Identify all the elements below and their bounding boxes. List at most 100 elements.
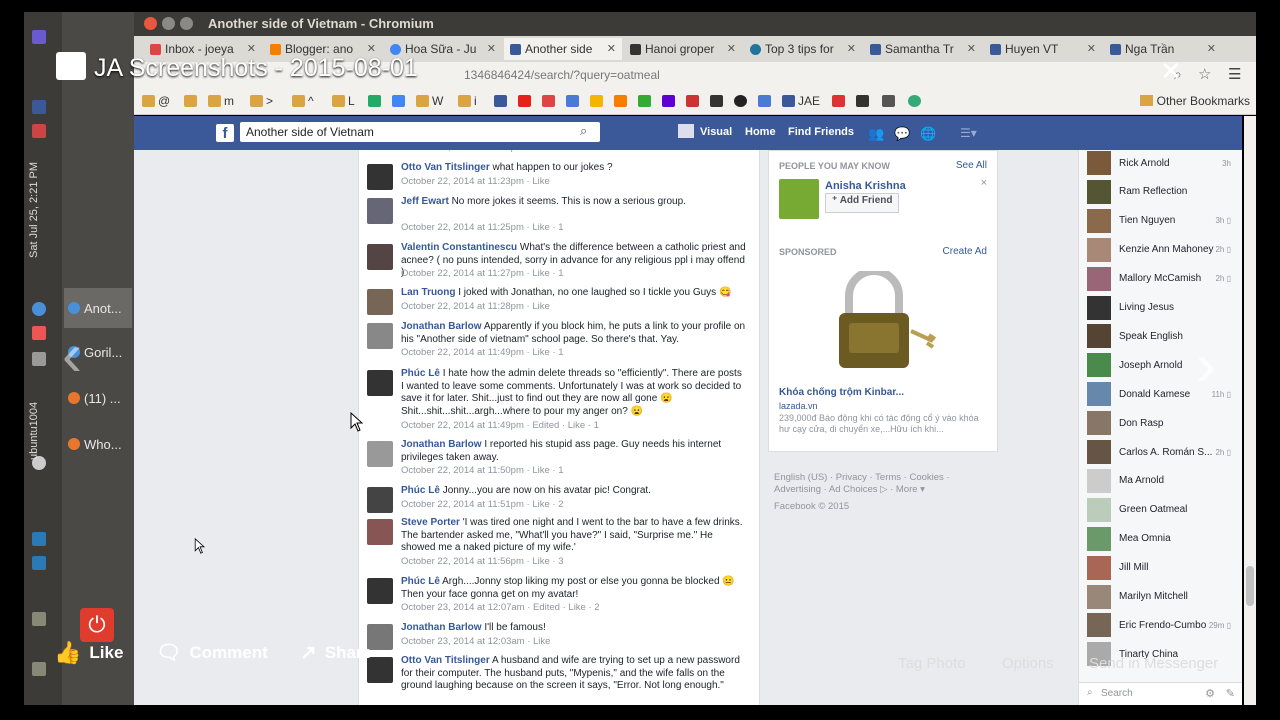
folder-icon[interactable] xyxy=(332,95,345,107)
chat-contact[interactable]: Ram Reflection xyxy=(1087,179,1239,204)
browser-tab[interactable]: Huyen VT ✕ xyxy=(984,38,1102,60)
chromium-icon[interactable] xyxy=(32,302,46,316)
footer-links-2[interactable]: Advertising · Ad Choices ▷ · More ▾ xyxy=(774,484,925,495)
comment-button[interactable]: 🗨 Comment xyxy=(156,640,268,665)
commenter-name[interactable]: Jonathan Barlow xyxy=(401,439,482,450)
bookmark-label[interactable]: JAE xyxy=(798,94,820,108)
app-icon[interactable] xyxy=(32,612,46,626)
dismiss-icon[interactable]: × xyxy=(981,177,987,189)
comment-meta[interactable]: October 22, 2014 at 11:23pm · Like xyxy=(401,176,550,187)
friend-requests-icon[interactable]: 👥 xyxy=(868,126,884,142)
nav-find-friends[interactable]: Find Friends xyxy=(788,126,854,138)
other-bookmarks[interactable]: Other Bookmarks xyxy=(1139,94,1250,108)
comment-meta[interactable]: October 22, 2014 at 11:25pm · Like · 1 xyxy=(401,222,563,233)
folder-icon[interactable] xyxy=(142,95,155,107)
comment-meta[interactable]: October 22, 2014 at 11:49pm · Edited · L… xyxy=(401,420,599,431)
comment-meta[interactable]: October 22, 2014 at 11:17pm · Like · 2 xyxy=(401,150,563,153)
fb-search-input[interactable]: Another side of Vietnam xyxy=(240,122,600,142)
blogger-icon[interactable] xyxy=(614,95,627,107)
commenter-name[interactable]: Valentin Constantinescu xyxy=(401,242,517,253)
add-friend-button[interactable]: ⁺ Add Friend xyxy=(825,193,900,213)
skype-icon[interactable] xyxy=(32,556,46,570)
commenter-name[interactable]: Steve Porter xyxy=(401,517,460,528)
bookmark-label[interactable]: @ xyxy=(158,94,170,108)
commenter-avatar[interactable] xyxy=(367,487,393,513)
chat-contact[interactable]: Joseph Arnold xyxy=(1087,353,1239,378)
bookmark-icon[interactable] xyxy=(758,95,771,107)
folder-icon[interactable] xyxy=(184,95,197,107)
chat-contact[interactable]: Living Jesus xyxy=(1087,295,1239,320)
commenter-avatar[interactable] xyxy=(367,244,393,270)
bookmark-icon[interactable] xyxy=(638,95,651,107)
commenter-avatar[interactable] xyxy=(367,323,393,349)
minimize-window-button[interactable] xyxy=(162,17,175,30)
options-link[interactable]: Options xyxy=(1002,655,1054,672)
volume-icon[interactable] xyxy=(32,352,46,366)
gmail-icon[interactable] xyxy=(542,95,555,107)
url-input[interactable]: 1346846424/search/?query=oatmeal xyxy=(464,68,660,82)
chat-contact[interactable]: Green Oatmeal xyxy=(1087,497,1239,522)
bookmark-icon[interactable] xyxy=(856,95,869,107)
folder-icon[interactable] xyxy=(416,95,429,107)
comment-meta[interactable]: October 22, 2014 at 11:49pm · Like · 1 xyxy=(401,347,563,358)
youtube-icon[interactable] xyxy=(518,95,531,107)
chat-contact[interactable]: Don Rasp xyxy=(1087,411,1239,436)
bookmark-icon[interactable] xyxy=(368,95,381,107)
previous-photo-icon[interactable]: ‹ xyxy=(62,320,82,389)
bookmark-label[interactable]: W xyxy=(432,94,443,108)
comment-meta[interactable]: October 22, 2014 at 11:28pm · Like xyxy=(401,301,550,312)
chat-search-input[interactable]: Search xyxy=(1101,688,1133,699)
browser-tab-active[interactable]: Another side ✕ xyxy=(504,38,622,60)
app-icon[interactable] xyxy=(32,662,46,676)
bookmark-icon[interactable] xyxy=(686,95,699,107)
bookmark-icon[interactable] xyxy=(832,95,845,107)
send-in-messenger-link[interactable]: Send in Messenger xyxy=(1089,655,1218,672)
folder-icon[interactable] xyxy=(458,95,471,107)
bookmark-icon[interactable] xyxy=(882,95,895,107)
commenter-avatar[interactable] xyxy=(367,519,393,545)
commenter-avatar[interactable] xyxy=(367,441,393,467)
commenter-name[interactable]: Otto Van Titslinger xyxy=(401,655,490,666)
close-tab-icon[interactable]: ✕ xyxy=(967,42,976,55)
ad-title[interactable]: Khóa chống trộm Kinbar... xyxy=(779,387,904,398)
browser-tab[interactable]: Hanoi groper ✕ xyxy=(624,38,742,60)
comment-meta[interactable]: October 22, 2014 at 11:51pm · Like · 2 xyxy=(401,499,563,510)
page-scrollbar[interactable] xyxy=(1244,116,1256,705)
commenter-name[interactable]: Lan Truong xyxy=(401,287,455,298)
commenter-avatar[interactable] xyxy=(367,370,393,396)
bookmark-icon[interactable] xyxy=(734,95,747,107)
app-icon[interactable] xyxy=(32,30,46,44)
bookmark-label[interactable]: m xyxy=(224,94,234,108)
scrollbar-thumb[interactable] xyxy=(1246,566,1254,606)
folder-icon[interactable] xyxy=(250,95,263,107)
folder-icon[interactable] xyxy=(292,95,305,107)
chat-contact[interactable]: Rick Arnold 3h xyxy=(1087,151,1239,175)
bookmark-icon[interactable] xyxy=(590,95,603,107)
chat-contact[interactable]: Mallory McCamish 2h ▯ xyxy=(1087,266,1239,291)
bookmark-icon[interactable] xyxy=(710,95,723,107)
chat-contact[interactable]: Mea Omnia xyxy=(1087,526,1239,551)
settings-icon[interactable]: ☰▾ xyxy=(960,126,977,140)
yahoo-icon[interactable] xyxy=(662,95,675,107)
comment-meta[interactable]: October 22, 2014 at 11:50pm · Like · 1 xyxy=(401,465,563,476)
app-icon[interactable] xyxy=(32,532,46,546)
close-viewer-icon[interactable]: ✕ xyxy=(1160,56,1182,87)
facebook-icon[interactable] xyxy=(782,95,795,107)
close-window-button[interactable] xyxy=(144,17,157,30)
menu-icon[interactable]: ☰ xyxy=(1228,65,1241,83)
close-tab-icon[interactable]: ✕ xyxy=(1207,42,1216,55)
messages-icon[interactable]: 💬 xyxy=(894,126,910,142)
commenter-avatar[interactable] xyxy=(367,289,393,315)
next-photo-icon[interactable]: › xyxy=(1196,330,1216,399)
bookmark-label[interactable]: L xyxy=(348,94,355,108)
compose-icon[interactable]: ✎ xyxy=(1226,687,1235,700)
commenter-name[interactable]: Phúc Lê xyxy=(401,368,440,379)
chat-contact[interactable]: Speak English xyxy=(1087,324,1239,349)
chat-contact[interactable]: Marilyn Mitchell xyxy=(1087,584,1239,609)
commenter-avatar[interactable] xyxy=(367,198,393,224)
close-tab-icon[interactable]: ✕ xyxy=(487,42,496,55)
facebook-logo-icon[interactable]: f xyxy=(216,124,234,142)
create-ad-link[interactable]: Create Ad xyxy=(943,246,987,257)
chat-contact[interactable]: Kenzie Ann Mahoney 2h ▯ xyxy=(1087,237,1239,262)
notifications-icon[interactable]: 🌐 xyxy=(920,126,936,142)
